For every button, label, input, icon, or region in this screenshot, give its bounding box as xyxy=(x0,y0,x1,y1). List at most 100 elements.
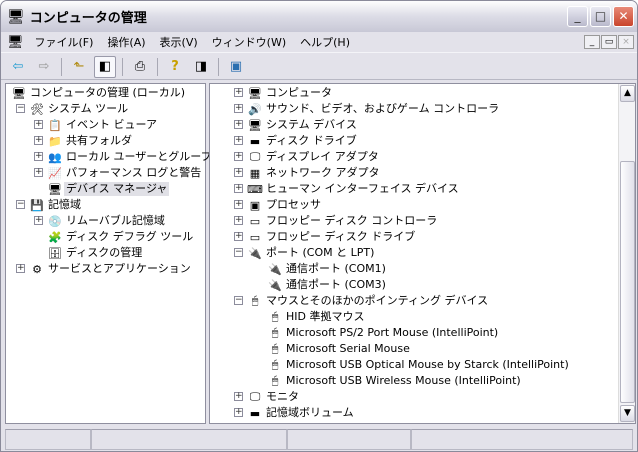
expand-icon[interactable]: + xyxy=(34,120,43,129)
tree-item[interactable]: 🖱 Microsoft USB Wireless Mouse (IntelliPo… xyxy=(254,373,637,389)
tree-item[interactable]: + ▭ フロッピー ディスク ドライブ xyxy=(234,229,634,245)
expand-icon[interactable]: + xyxy=(34,136,43,145)
menu-window[interactable]: ウィンドウ(W) xyxy=(205,34,293,50)
minimize-button[interactable]: _ xyxy=(567,6,588,27)
tree-item-label: リムーバブル記憶域 xyxy=(66,214,165,227)
tree-item-label: コンピュータの管理 (ローカル) xyxy=(30,86,186,99)
print-icon[interactable]: ⎙ xyxy=(129,56,151,78)
computer-management-window: 🖥 コンピュータの管理 _ □ ✕ 🖥 ファイル(F) 操作(A) 表示(V) … xyxy=(0,0,638,452)
show-hide-action-pane-icon[interactable]: ◨ xyxy=(190,56,212,78)
expand-icon[interactable]: + xyxy=(234,104,243,113)
tree-item[interactable]: 🖱 Microsoft PS/2 Port Mouse (IntelliPoint… xyxy=(254,325,637,341)
tree-item-icon: 🖱 xyxy=(271,374,279,387)
tree-item-label: ヒューマン インターフェイス デバイス xyxy=(266,182,459,195)
tree-item[interactable]: 🖱 Microsoft Serial Mouse xyxy=(254,341,637,357)
tree-item[interactable]: + ▣ プロセッサ xyxy=(234,197,634,213)
toolbar-separator xyxy=(122,57,123,76)
tree-item[interactable]: + ⌨ ヒューマン インターフェイス デバイス xyxy=(234,181,634,197)
expand-icon[interactable]: + xyxy=(234,408,243,417)
tree-item-icon: 💿 xyxy=(48,214,62,228)
tree-item-label: ディスクの管理 xyxy=(66,246,143,259)
tree-item[interactable]: + 🔊 サウンド、ビデオ、およびゲーム コントローラ xyxy=(234,101,634,117)
collapse-icon[interactable]: − xyxy=(16,104,25,113)
tree-item[interactable]: + ▭ フロッピー ディスク コントローラ xyxy=(234,213,634,229)
tree-item-label: サービスとアプリケーション xyxy=(48,262,191,275)
tree-item[interactable]: 🔌 通信ポート (COM3) xyxy=(254,277,637,293)
status-panel xyxy=(287,429,411,450)
tree-item-icon: ⌨ xyxy=(247,182,263,196)
expand-icon[interactable]: + xyxy=(234,392,243,401)
toolbar-separator xyxy=(218,57,219,76)
mdi-close-button[interactable]: × xyxy=(618,35,634,49)
tree-item-icon: 📁 xyxy=(48,134,62,148)
tree-item[interactable]: + 🖵 ディスプレイ アダプタ xyxy=(234,149,634,165)
help-icon[interactable]: ? xyxy=(164,56,186,78)
tree-item-label: Microsoft Serial Mouse xyxy=(286,342,410,355)
tree-item-label: フロッピー ディスク コントローラ xyxy=(266,214,438,227)
tree-item[interactable]: 🔌 通信ポート (COM1) xyxy=(254,261,637,277)
collapse-icon[interactable]: − xyxy=(234,296,243,305)
back-icon[interactable]: ⇦ xyxy=(7,56,29,78)
expand-icon[interactable]: + xyxy=(234,120,243,129)
tree-item-label: 共有フォルダ xyxy=(66,134,132,147)
tree-item-label: ディスク ドライブ xyxy=(266,134,357,147)
tree-item[interactable]: − 🖱 マウスとそのほかのポインティング デバイス xyxy=(234,293,634,309)
tree-item-icon: ▣ xyxy=(249,198,261,212)
mdi-restore-button[interactable]: ▭ xyxy=(601,35,617,49)
expand-icon[interactable]: + xyxy=(34,216,43,225)
tree-item[interactable]: + ▬ ディスク ドライブ xyxy=(234,133,634,149)
expand-icon[interactable]: + xyxy=(234,232,243,241)
tree-item-label: イベント ビューア xyxy=(66,118,158,131)
close-button[interactable]: ✕ xyxy=(613,6,634,27)
tree-item-label: デバイス マネージャ xyxy=(64,182,170,196)
expand-icon[interactable]: + xyxy=(234,88,243,97)
tree-item-label: マウスとそのほかのポインティング デバイス xyxy=(266,294,489,307)
expand-icon[interactable]: + xyxy=(234,168,243,177)
status-panel xyxy=(411,429,633,450)
tree-item[interactable]: + 🖥 システム デバイス xyxy=(234,117,634,133)
up-folder-icon[interactable]: ⬑ xyxy=(68,56,90,78)
expand-icon[interactable]: + xyxy=(16,264,25,273)
expand-icon[interactable]: + xyxy=(34,168,43,177)
menu-view[interactable]: 表示(V) xyxy=(153,34,205,50)
tree-item[interactable]: + 🖵 モニタ xyxy=(234,389,634,405)
collapse-icon[interactable]: − xyxy=(234,248,243,257)
expand-icon[interactable]: + xyxy=(234,200,243,209)
expand-icon[interactable]: + xyxy=(234,152,243,161)
tree-item[interactable]: 🖱 Microsoft USB Optical Mouse by Starck (… xyxy=(254,357,637,373)
tree-item-icon: 🛠 xyxy=(30,102,44,116)
tree-item[interactable]: + 🖥 コンピュータ xyxy=(234,85,634,101)
tree-item-icon: 💾 xyxy=(30,198,44,212)
status-panel xyxy=(91,429,287,450)
tree-item-label: プロセッサ xyxy=(266,198,321,211)
expand-icon[interactable]: + xyxy=(234,216,243,225)
toolbar-separator xyxy=(157,57,158,76)
tree-item-label: システム ツール xyxy=(48,102,129,115)
tree-item[interactable]: 🖱 HID 準拠マウス xyxy=(254,309,637,325)
forward-icon[interactable]: ⇨ xyxy=(33,56,55,78)
expand-icon[interactable]: + xyxy=(234,184,243,193)
menu-action[interactable]: 操作(A) xyxy=(100,34,152,50)
tree-item[interactable]: − 🔌 ポート (COM と LPT) xyxy=(234,245,634,261)
device-tree-pane: ▲ ▼ + 🖥 コンピュータ + 🔊 サウンド、ビデオ、およびゲーム コントローラ + 🖥 シス… xyxy=(209,83,636,424)
tree-item-icon: 🔌 xyxy=(268,278,282,292)
tree-item-label: パフォーマンス ログと警告 xyxy=(66,166,202,179)
tree-item[interactable]: + ▦ ネットワーク アダプタ xyxy=(234,165,634,181)
menu-help[interactable]: ヘルプ(H) xyxy=(293,34,357,50)
maximize-button[interactable]: □ xyxy=(590,6,611,27)
properties-icon[interactable]: ▣ xyxy=(225,56,247,78)
collapse-icon[interactable]: − xyxy=(16,200,25,209)
show-hide-tree-icon[interactable]: ◧ xyxy=(94,55,116,78)
toolbar-separator xyxy=(61,57,62,76)
tree-item-label: Microsoft PS/2 Port Mouse (IntelliPoint) xyxy=(286,326,499,339)
expand-icon[interactable]: + xyxy=(234,136,243,145)
window-title: コンピュータの管理 xyxy=(29,11,147,26)
tree-item-icon: 🖥 xyxy=(12,86,26,100)
tree-item-label: ローカル ユーザーとグループ xyxy=(66,150,212,163)
menu-file[interactable]: ファイル(F) xyxy=(28,34,101,50)
mdi-minimize-button[interactable]: _ xyxy=(584,35,600,49)
tree-item[interactable]: + ▬ 記憶域ボリューム xyxy=(234,405,634,421)
tree-item-icon: ▬ xyxy=(249,134,261,148)
expand-icon[interactable]: + xyxy=(34,152,43,161)
tree-item-icon: 🖵 xyxy=(249,390,261,403)
